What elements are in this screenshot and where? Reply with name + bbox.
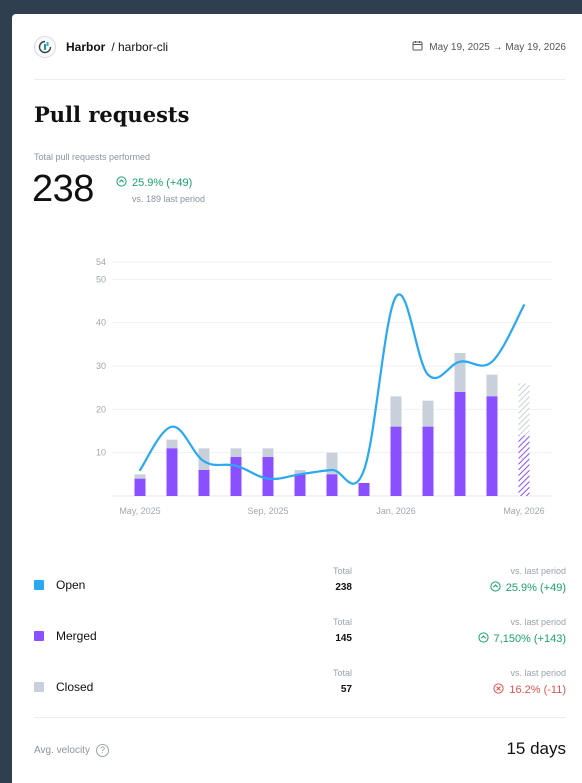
x-tick-label: Jan, 2026 <box>376 506 416 516</box>
velocity-footer: Avg. velocity ? 15 days <box>34 734 566 764</box>
legend-name: Open <box>56 578 86 592</box>
merged-bar <box>486 396 498 496</box>
avg-velocity-label: Avg. velocity ? <box>34 744 109 757</box>
total-label: Total <box>332 668 352 678</box>
merged-bar <box>358 483 370 496</box>
total-label: Total <box>332 566 352 576</box>
merged-bar <box>518 435 530 496</box>
merged-bar <box>326 474 338 496</box>
comparison-value: 7,150% (+143) <box>477 632 566 646</box>
x-axis: May, 2025 Sep, 2025 Jan, 2026 May, 2026 <box>119 506 544 516</box>
x-tick-label: May, 2025 <box>119 506 160 516</box>
merged-bar <box>166 448 178 496</box>
merged-bar <box>454 392 466 496</box>
y-axis: 10 20 30 40 50 54 <box>96 257 106 458</box>
y-tick-label: 10 <box>96 448 106 458</box>
merged-bar <box>422 426 434 496</box>
closed-bar <box>230 448 242 457</box>
comparison-label: vs. last period <box>510 668 566 678</box>
merged-bar <box>390 426 402 496</box>
closed-bar <box>454 353 466 392</box>
trend-up-icon <box>490 581 501 595</box>
comparison-text: 7,150% (+143) <box>493 633 566 645</box>
comparison-label: vs. last period <box>510 566 566 576</box>
y-tick-label: 40 <box>96 318 106 328</box>
x-tick-label: Sep, 2025 <box>247 506 288 516</box>
avg-velocity-label-text: Avg. velocity <box>34 745 90 756</box>
comparison-text: 25.9% (+49) <box>505 582 566 594</box>
comparison-label: vs. last period <box>510 617 566 627</box>
comparison-value: 25.9% (+49) <box>490 581 566 595</box>
legend-row-merged[interactable]: Merged Total 145 vs. last period 7,150% … <box>34 617 566 657</box>
closed-swatch <box>34 682 44 692</box>
y-tick-label: 50 <box>96 274 106 284</box>
closed-bar <box>262 448 274 457</box>
avg-velocity-value: 15 days <box>506 739 566 758</box>
closed-bar <box>422 400 434 427</box>
merged-bar <box>262 457 274 496</box>
trend-down-icon <box>493 683 504 697</box>
footer-divider <box>34 717 566 718</box>
comparison-text: 16.2% (-11) <box>509 684 566 696</box>
trend-up-icon <box>477 632 489 646</box>
merged-bar <box>198 470 210 496</box>
closed-bar <box>390 396 402 427</box>
help-icon[interactable]: ? <box>95 744 109 757</box>
y-tick-label: 54 <box>96 257 106 267</box>
pull-requests-card: Harbor / harbor-cli May 19, 2025 → May 19… <box>12 14 582 783</box>
closed-bar <box>134 474 146 479</box>
chart-bars <box>134 353 530 496</box>
y-tick-label: 30 <box>96 361 106 371</box>
closed-bar <box>166 439 178 449</box>
total-value: 238 <box>335 582 352 593</box>
legend-name: Closed <box>56 680 94 694</box>
open-swatch <box>34 580 44 590</box>
pull-requests-chart[interactable]: 10 20 30 40 50 54 May, 2025 Sep, 2025 Jan, 2026… <box>12 14 582 534</box>
closed-bar <box>486 374 498 397</box>
legend-row-closed[interactable]: Closed Total 57 vs. last period 16.2% (-… <box>34 668 566 708</box>
x-tick-label: May, 2026 <box>503 506 544 516</box>
legend-name: Merged <box>56 629 97 643</box>
merged-bar <box>230 457 242 496</box>
comparison-value: 16.2% (-11) <box>493 683 566 697</box>
merged-bar <box>294 474 306 496</box>
merged-bar <box>134 478 146 496</box>
legend-row-open[interactable]: Open Total 238 vs. last period 25.9% (+4… <box>34 566 566 606</box>
y-tick-label: 20 <box>96 404 106 414</box>
total-label: Total <box>332 617 352 627</box>
merged-swatch <box>34 631 44 641</box>
total-value: 57 <box>340 684 352 695</box>
closed-bar <box>518 383 530 436</box>
total-value: 145 <box>335 633 352 644</box>
